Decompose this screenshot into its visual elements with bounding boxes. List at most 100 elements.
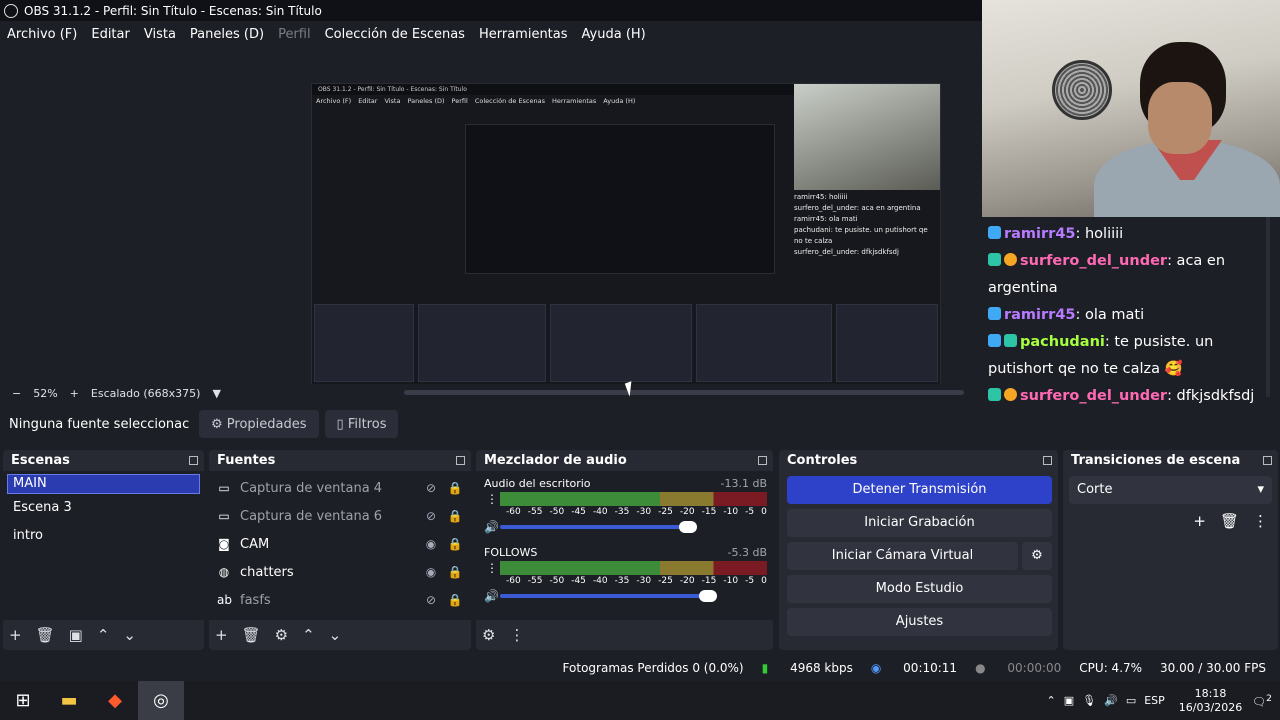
add-icon[interactable]: + [215, 626, 228, 644]
scaling-dropdown-icon[interactable]: ▼ [212, 387, 220, 400]
chevron-down-icon: ▾ [1257, 482, 1264, 497]
preview-scrollbar[interactable] [404, 390, 964, 395]
menu-coleccion[interactable]: Colección de Escenas [318, 27, 472, 42]
zoom-out-button[interactable]: − [12, 387, 21, 400]
scene-item[interactable]: Escena 3 [3, 494, 204, 522]
source-item[interactable]: ▭ Captura de ventana 4 ⊘ 🔒 [209, 474, 471, 502]
channel-menu-icon[interactable]: ⋮ [484, 492, 500, 506]
sources-title: Fuentes [217, 453, 276, 468]
controls-title: Controles [787, 453, 858, 468]
source-item[interactable]: ◍ chatters ◉ 🔒 [209, 558, 471, 586]
badge-icon [988, 388, 1001, 401]
trash-icon[interactable]: 🗑 [242, 626, 261, 644]
scenes-title: Escenas [11, 453, 70, 468]
trash-icon[interactable]: 🗑 [1220, 512, 1239, 530]
menu-ayuda[interactable]: Ayuda (H) [575, 27, 653, 42]
studio-mode-button[interactable]: Modo Estudio [787, 575, 1052, 603]
chevron-up-icon[interactable]: ⌃ [1047, 694, 1056, 707]
menu-herramientas[interactable]: Herramientas [472, 27, 575, 42]
status-bar: Fotogramas Perdidos 0 (0.0%) ▮ 4968 kbps… [0, 655, 1280, 681]
lock-icon[interactable]: 🔒 [447, 481, 463, 495]
app-tray-icon[interactable]: ▣ [1064, 694, 1074, 707]
windows-start-icon[interactable]: ⊞ [0, 681, 46, 720]
down-arrow-icon[interactable]: ⌄ [329, 626, 342, 644]
up-arrow-icon[interactable]: ⌃ [97, 626, 110, 644]
meter-ticks: -60 -55 -50 -45 -40 -35 -30 -25 -20 -15 -10 -5 0 [506, 507, 767, 517]
down-arrow-icon[interactable]: ⌄ [123, 626, 136, 644]
stop-stream-button[interactable]: Detener Transmisión [787, 476, 1052, 504]
lock-icon[interactable]: 🔒 [447, 537, 463, 551]
undock-icon[interactable] [189, 456, 198, 465]
clock[interactable]: 18:18 16/03/2026 [1179, 687, 1242, 715]
chat-message: pachudani: te pusiste. un putishort qe n… [988, 334, 1214, 377]
undock-icon[interactable] [456, 456, 465, 465]
speaker-icon[interactable]: 🔊 [484, 589, 500, 603]
volume-slider[interactable] [500, 590, 717, 602]
chat-scrollbar[interactable] [1266, 217, 1270, 397]
volume-knob[interactable] [699, 590, 717, 602]
lock-icon[interactable]: 🔒 [447, 509, 463, 523]
dropped-frames: Fotogramas Perdidos 0 (0.0%) [562, 661, 744, 675]
menu-archivo[interactable]: Archivo (F) [0, 27, 84, 42]
camera-icon: ◙ [218, 537, 230, 551]
transition-select[interactable]: Corte ▾ [1069, 476, 1272, 504]
channel-menu-icon[interactable]: ⋮ [484, 561, 500, 575]
notification-icon[interactable]: 🗨2 [1252, 693, 1272, 709]
no-source-label: Ninguna fuente seleccionac [9, 416, 190, 432]
network-icon[interactable]: ▭ [1126, 694, 1136, 707]
title-bar: OBS 31.1.2 - Perfil: Sin Título - Escena… [0, 0, 982, 21]
source-item[interactable]: ab fasfs ⊘ 🔒 [209, 586, 471, 614]
gear-icon[interactable]: ⚙ [275, 626, 288, 644]
hidden-eye-icon[interactable]: ⊘ [423, 509, 439, 523]
menu-dots-icon[interactable]: ⋮ [1253, 512, 1268, 530]
volume-slider[interactable] [500, 521, 697, 533]
source-item[interactable]: ▭ Captura de ventana 6 ⊘ 🔒 [209, 502, 471, 530]
undock-icon[interactable] [758, 456, 767, 465]
start-record-button[interactable]: Iniciar Grabación [787, 509, 1052, 537]
menu-editar[interactable]: Editar [84, 27, 137, 42]
lock-icon[interactable]: 🔒 [447, 565, 463, 579]
volume-knob[interactable] [679, 521, 697, 533]
undock-icon[interactable] [1263, 456, 1272, 465]
filter-icon: ▯ [336, 416, 348, 432]
eye-icon[interactable]: ◉ [423, 565, 439, 579]
zoom-in-button[interactable]: + [70, 387, 79, 400]
menu-perfil[interactable]: Perfil [271, 27, 318, 42]
settings-button[interactable]: Ajustes [787, 608, 1052, 636]
obs-taskbar-icon[interactable]: ◎ [138, 681, 184, 720]
virtual-cam-settings-icon[interactable]: ⚙ [1022, 542, 1052, 570]
file-explorer-icon[interactable]: ▬ [46, 681, 92, 720]
eye-icon[interactable]: ◉ [423, 537, 439, 551]
gear-icon[interactable]: ⚙ [482, 626, 495, 644]
language[interactable]: ESP [1144, 694, 1165, 707]
lock-icon[interactable]: 🔒 [447, 593, 463, 607]
volume-icon[interactable]: 🔊 [1104, 694, 1118, 707]
hidden-eye-icon[interactable]: ⊘ [423, 481, 439, 495]
scene-filters-icon[interactable]: ▣ [69, 626, 83, 644]
badge-icon [1004, 334, 1017, 347]
nested-sources-pane [418, 304, 546, 382]
channel-name: FOLLOWS [484, 546, 538, 559]
undock-icon[interactable] [1043, 456, 1052, 465]
up-arrow-icon[interactable]: ⌃ [302, 626, 315, 644]
hidden-eye-icon[interactable]: ⊘ [423, 593, 439, 607]
source-item[interactable]: ◙ CAM ◉ 🔒 [209, 530, 471, 558]
speaker-icon[interactable]: 🔊 [484, 520, 500, 534]
brave-browser-icon[interactable]: ◆ [92, 681, 138, 720]
menu-dots-icon[interactable]: ⋮ [509, 626, 524, 644]
add-icon[interactable]: + [1193, 512, 1206, 530]
trash-icon[interactable]: 🗑 [36, 626, 55, 644]
chat-message: ramirr45: ola mati [988, 302, 1274, 329]
obs-logo-icon [4, 3, 18, 18]
properties-button[interactable]: ⚙ Propiedades [199, 410, 319, 438]
scene-item[interactable]: MAIN [7, 474, 200, 494]
webcam-feed [982, 0, 1280, 217]
menu-paneles[interactable]: Paneles (D) [183, 27, 271, 42]
filters-button[interactable]: ▯ Filtros [324, 410, 399, 438]
menu-vista[interactable]: Vista [137, 27, 183, 42]
add-icon[interactable]: + [9, 626, 22, 644]
mic-icon[interactable]: 🎙 [1082, 694, 1096, 707]
browser-icon: ◍ [218, 565, 230, 579]
scene-item[interactable]: intro [3, 522, 204, 550]
virtual-cam-button[interactable]: Iniciar Cámara Virtual [787, 542, 1018, 570]
